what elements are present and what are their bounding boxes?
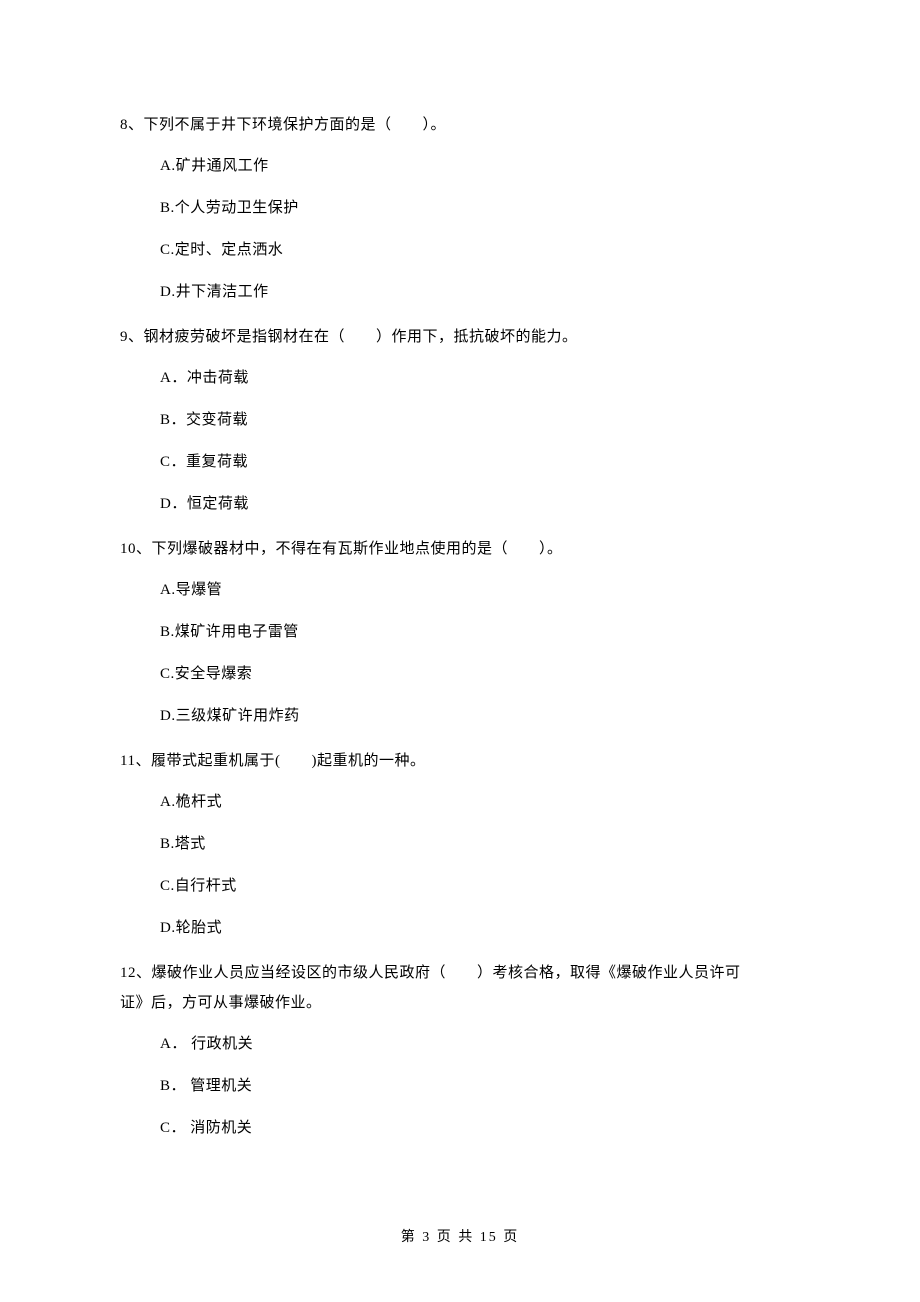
option-d: D．恒定荷载 bbox=[160, 492, 800, 516]
options-list: A．冲击荷载 B．交变荷载 C．重复荷载 D．恒定荷载 bbox=[120, 366, 800, 516]
question-stem: 10、下列爆破器材中，不得在有瓦斯作业地点使用的是（ ）。 bbox=[120, 534, 800, 564]
option-c: C.自行杆式 bbox=[160, 874, 800, 898]
document-page: 8、下列不属于井下环境保护方面的是（ ）。 A.矿井通风工作 B.个人劳动卫生保… bbox=[0, 0, 920, 1302]
question-number: 9、 bbox=[120, 329, 144, 345]
question-stem: 11、履带式起重机属于( )起重机的一种。 bbox=[120, 746, 800, 776]
question-11: 11、履带式起重机属于( )起重机的一种。 A.桅杆式 B.塔式 C.自行杆式 … bbox=[120, 746, 800, 940]
option-a: A.桅杆式 bbox=[160, 790, 800, 814]
option-b: B.煤矿许用电子雷管 bbox=[160, 620, 800, 644]
option-d: D.三级煤矿许用炸药 bbox=[160, 704, 800, 728]
question-number: 11、 bbox=[120, 753, 151, 769]
question-8: 8、下列不属于井下环境保护方面的是（ ）。 A.矿井通风工作 B.个人劳动卫生保… bbox=[120, 110, 800, 304]
question-text-line2: 证》后，方可从事爆破作业。 bbox=[120, 995, 322, 1011]
option-b: B.塔式 bbox=[160, 832, 800, 856]
option-c: C． 消防机关 bbox=[160, 1116, 800, 1140]
question-10: 10、下列爆破器材中，不得在有瓦斯作业地点使用的是（ ）。 A.导爆管 B.煤矿… bbox=[120, 534, 800, 728]
question-number: 8、 bbox=[120, 117, 144, 133]
question-stem: 9、钢材疲劳破坏是指钢材在在（ ）作用下，抵抗破坏的能力。 bbox=[120, 322, 800, 352]
question-text: 履带式起重机属于( )起重机的一种。 bbox=[151, 753, 426, 769]
question-stem: 8、下列不属于井下环境保护方面的是（ ）。 bbox=[120, 110, 800, 140]
option-c: C.定时、定点洒水 bbox=[160, 238, 800, 262]
option-b: B.个人劳动卫生保护 bbox=[160, 196, 800, 220]
page-footer: 第 3 页 共 15 页 bbox=[0, 1226, 920, 1246]
options-list: A.导爆管 B.煤矿许用电子雷管 C.安全导爆索 D.三级煤矿许用炸药 bbox=[120, 578, 800, 728]
options-list: A.桅杆式 B.塔式 C.自行杆式 D.轮胎式 bbox=[120, 790, 800, 940]
option-c: C．重复荷载 bbox=[160, 450, 800, 474]
option-a: A．冲击荷载 bbox=[160, 366, 800, 390]
question-text-line1: 爆破作业人员应当经设区的市级人民政府（ ）考核合格，取得《爆破作业人员许可 bbox=[152, 965, 741, 981]
option-a: A.导爆管 bbox=[160, 578, 800, 602]
option-c: C.安全导爆索 bbox=[160, 662, 800, 686]
question-12: 12、爆破作业人员应当经设区的市级人民政府（ ）考核合格，取得《爆破作业人员许可… bbox=[120, 958, 800, 1140]
option-a: A． 行政机关 bbox=[160, 1032, 800, 1056]
option-b: B．交变荷载 bbox=[160, 408, 800, 432]
option-d: D.井下清洁工作 bbox=[160, 280, 800, 304]
options-list: A.矿井通风工作 B.个人劳动卫生保护 C.定时、定点洒水 D.井下清洁工作 bbox=[120, 154, 800, 304]
question-stem: 12、爆破作业人员应当经设区的市级人民政府（ ）考核合格，取得《爆破作业人员许可… bbox=[120, 958, 800, 1018]
question-number: 12、 bbox=[120, 965, 152, 981]
question-text: 下列爆破器材中，不得在有瓦斯作业地点使用的是（ ）。 bbox=[152, 541, 563, 557]
option-a: A.矿井通风工作 bbox=[160, 154, 800, 178]
options-list: A． 行政机关 B． 管理机关 C． 消防机关 bbox=[120, 1032, 800, 1140]
option-b: B． 管理机关 bbox=[160, 1074, 800, 1098]
question-text: 下列不属于井下环境保护方面的是（ ）。 bbox=[144, 117, 447, 133]
option-d: D.轮胎式 bbox=[160, 916, 800, 940]
question-text: 钢材疲劳破坏是指钢材在在（ ）作用下，抵抗破坏的能力。 bbox=[144, 329, 578, 345]
question-number: 10、 bbox=[120, 541, 152, 557]
question-9: 9、钢材疲劳破坏是指钢材在在（ ）作用下，抵抗破坏的能力。 A．冲击荷载 B．交… bbox=[120, 322, 800, 516]
